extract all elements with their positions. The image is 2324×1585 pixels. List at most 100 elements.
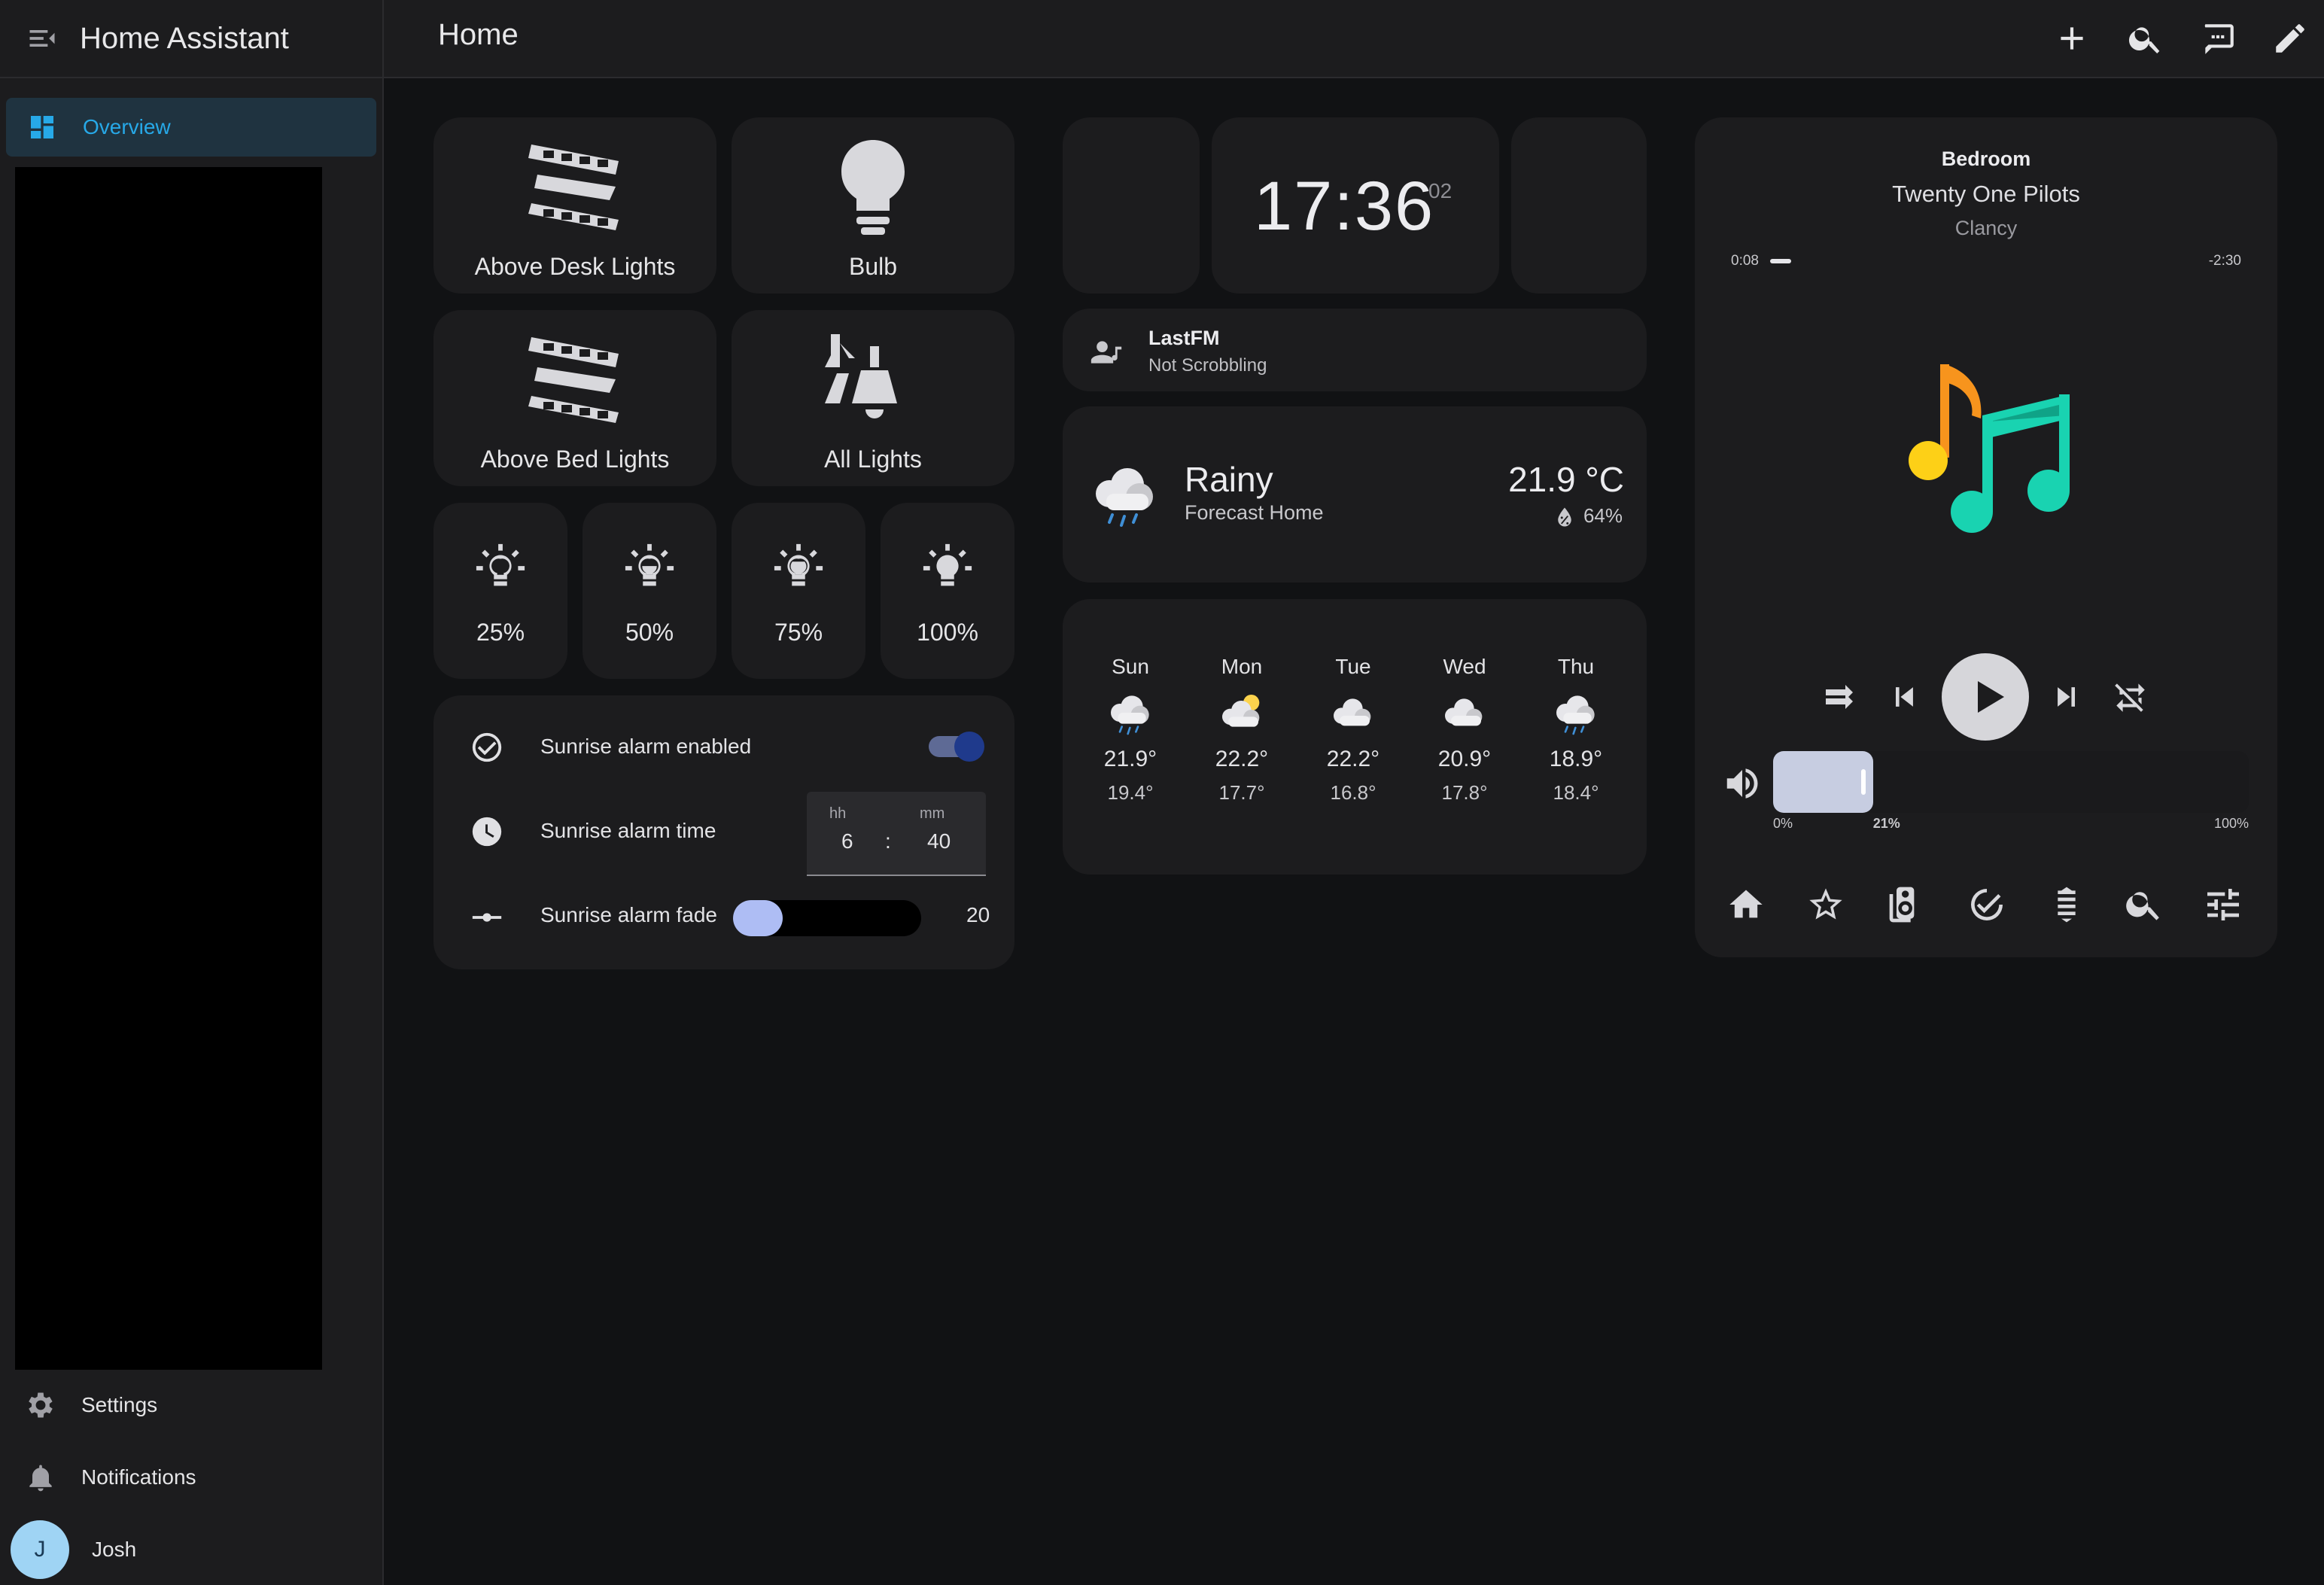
sidebar-blank-area <box>15 167 322 1370</box>
forecast-day: Sun 21.9° 19.4° <box>1085 655 1176 835</box>
app-title: Home Assistant <box>80 21 289 55</box>
above-desk-lights-tile[interactable]: Above Desk Lights <box>433 117 716 294</box>
menu-collapse-icon[interactable] <box>26 22 59 55</box>
dashboard-icon <box>31 116 53 138</box>
media-progress-bar[interactable] <box>1770 259 2192 263</box>
sidebar-item-user[interactable]: J Josh <box>0 1516 382 1583</box>
forecast-low: 19.4° <box>1107 781 1154 804</box>
speaker-multiple-icon[interactable] <box>1886 884 1928 926</box>
volume-value-label: 21% <box>1872 816 1900 831</box>
volume-slider[interactable] <box>1773 751 2249 813</box>
cloudy-icon <box>1445 698 1483 726</box>
forecast-row: Sun 21.9° 19.4° Mon 22.2° 17.7° Tue 22.2… <box>1085 655 1621 835</box>
star-outline-icon[interactable] <box>1806 885 1845 924</box>
brightness-100-button[interactable]: 100% <box>881 503 1014 679</box>
plus-icon[interactable] <box>2053 20 2091 57</box>
volume-handle[interactable] <box>1860 769 1866 795</box>
pencil-icon[interactable] <box>2271 20 2309 57</box>
search-icon[interactable] <box>2127 20 2164 57</box>
volume-high-icon[interactable] <box>1722 763 1763 804</box>
check-circle-outline-icon <box>472 732 502 762</box>
brightness-75-button[interactable]: 75% <box>732 503 865 679</box>
tile-label: 100% <box>917 619 978 646</box>
top-bar: Home <box>384 0 2324 78</box>
media-remaining: -2:30 <box>2208 253 2241 269</box>
bulb-tile[interactable]: Bulb <box>732 117 1014 294</box>
brightness-50-button[interactable]: 50% <box>583 503 716 679</box>
sidebar-item-notifications[interactable]: Notifications <box>0 1444 382 1511</box>
format-align-justify-icon[interactable] <box>2046 884 2088 926</box>
tile-label: All Lights <box>824 446 922 473</box>
search-icon[interactable] <box>2124 884 2164 924</box>
forecast-day: Mon 22.2° 17.7° <box>1197 655 1287 835</box>
sunrise-fade-label: Sunrise alarm fade <box>540 903 718 926</box>
sidebar-item-label: Overview <box>83 115 171 138</box>
forecast-low: 18.4° <box>1553 781 1599 804</box>
user-name: Josh <box>92 1538 137 1561</box>
shuffle-icon[interactable] <box>1821 679 1857 715</box>
forecast-high: 20.9° <box>1437 747 1492 771</box>
empty-tile-right <box>1511 117 1647 294</box>
page-title: Home <box>438 18 519 51</box>
weather-humidity: 64% <box>1583 504 1623 527</box>
sidebar-item-settings[interactable]: Settings <box>0 1371 382 1439</box>
ceiling-light-icon <box>825 334 897 418</box>
ray-vertex-icon <box>472 913 502 922</box>
lastfm-card[interactable]: LastFM Not Scrobbling <box>1063 309 1647 391</box>
volume-min-label: 0% <box>1773 816 1793 831</box>
media-subtitle: Clancy <box>1954 217 2018 239</box>
sunrise-enabled-label: Sunrise alarm enabled <box>540 735 752 758</box>
skip-previous-icon[interactable] <box>1887 680 1921 713</box>
sidebar-item-overview[interactable]: Overview <box>6 98 376 157</box>
sunrise-alarm-card: Sunrise alarm enabled Sunrise alarm time… <box>433 695 1014 969</box>
forecast-high: 18.9° <box>1549 747 1603 771</box>
weather-location: Forecast Home <box>1185 501 1324 524</box>
lightbulb-outline-icon <box>476 543 525 586</box>
assist-icon[interactable] <box>2199 20 2237 57</box>
skip-next-icon[interactable] <box>2050 680 2083 713</box>
check-circle-partial-icon[interactable] <box>1966 884 2008 926</box>
media-player-name: Bedroom <box>1941 148 2031 170</box>
sunrise-fade-slider[interactable] <box>733 900 921 936</box>
slider-fill <box>733 900 783 936</box>
brightness-25-button[interactable]: 25% <box>433 503 567 679</box>
lightbulb-on-icon <box>923 543 972 586</box>
forecast-day: Wed 20.9° 17.8° <box>1419 655 1510 835</box>
forecast-high: 22.2° <box>1215 747 1269 771</box>
time-separator: : <box>885 829 891 853</box>
sidebar-item-label: Notifications <box>81 1465 196 1489</box>
tile-label: 75% <box>774 619 823 646</box>
media-elapsed: 0:08 <box>1731 253 1759 269</box>
minutes-input[interactable]: 40 <box>927 829 951 853</box>
forecast-day-name: Tue <box>1335 655 1371 678</box>
partly-cloudy-icon <box>1222 695 1260 727</box>
forecast-day-name: Sun <box>1112 655 1149 678</box>
gear-icon <box>29 1392 53 1418</box>
lastfm-status: Not Scrobbling <box>1148 355 1267 376</box>
play-button[interactable] <box>1942 653 2029 741</box>
forecast-high: 21.9° <box>1103 747 1157 771</box>
hours-input[interactable]: 6 <box>841 829 853 853</box>
lastfm-title: LastFM <box>1148 327 1220 349</box>
tune-icon[interactable] <box>2202 884 2244 926</box>
forecast-day-name: Mon <box>1221 655 1263 678</box>
tile-label: 50% <box>625 619 674 646</box>
above-bed-lights-tile[interactable]: Above Bed Lights <box>433 310 716 486</box>
lightbulb-half-icon <box>625 543 674 586</box>
play-icon <box>1978 681 2004 713</box>
forecast-day: Thu 18.9° 18.4° <box>1531 655 1621 835</box>
music-notes-icon <box>1909 364 2070 533</box>
home-icon[interactable] <box>1726 885 1766 924</box>
weather-temperature: 21.9 °C <box>1508 460 1624 499</box>
weather-condition: Rainy <box>1185 460 1273 499</box>
sunrise-time-label: Sunrise alarm time <box>540 819 716 842</box>
sunrise-enabled-toggle[interactable] <box>929 732 984 762</box>
clock-icon <box>472 817 502 847</box>
repeat-off-icon[interactable] <box>2112 677 2149 715</box>
volume-fill <box>1773 751 1873 813</box>
forecast-low: 17.7° <box>1218 781 1265 804</box>
sunrise-fade-value: 20 <box>966 903 990 926</box>
sunrise-time-picker[interactable]: hh mm 6 : 40 <box>807 792 986 876</box>
all-lights-tile[interactable]: All Lights <box>732 310 1014 486</box>
weather-card[interactable]: Rainy Forecast Home 21.9 °C 64% <box>1063 406 1647 583</box>
